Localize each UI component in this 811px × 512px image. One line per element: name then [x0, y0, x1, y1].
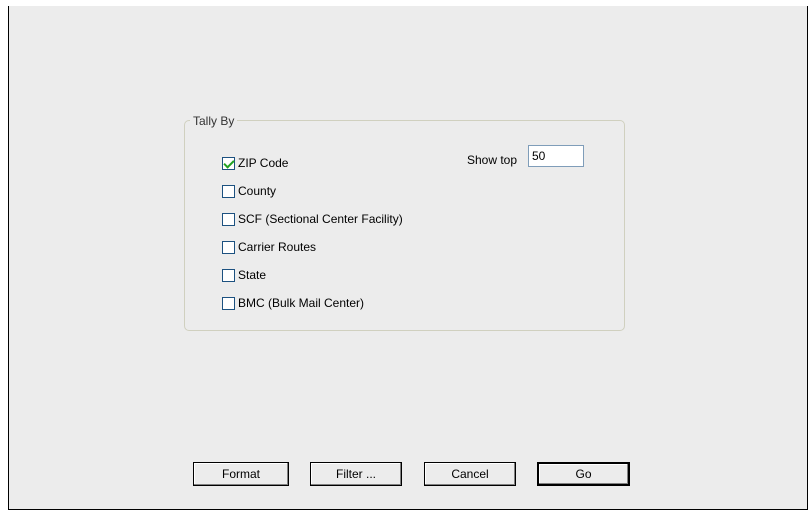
- format-button[interactable]: Format: [193, 462, 289, 486]
- carrier-routes-label: Carrier Routes: [238, 240, 317, 254]
- show-top-label: Show top: [467, 153, 518, 167]
- zip-code-option[interactable]: ZIP Code: [222, 155, 288, 171]
- state-checkbox[interactable]: [222, 268, 235, 282]
- cancel-button[interactable]: Cancel: [424, 462, 516, 486]
- scf-option[interactable]: SCF (Sectional Center Facility): [222, 211, 403, 227]
- tally-by-title: Tally By: [190, 114, 238, 128]
- scf-label: SCF (Sectional Center Facility): [238, 212, 403, 226]
- go-button[interactable]: Go: [537, 462, 630, 486]
- filter-button[interactable]: Filter ...: [310, 462, 402, 486]
- carrier-routes-checkbox[interactable]: [222, 240, 235, 254]
- zip-code-checkbox[interactable]: [222, 156, 235, 170]
- state-label: State: [238, 268, 267, 282]
- bmc-option[interactable]: BMC (Bulk Mail Center): [222, 295, 364, 311]
- show-top-input[interactable]: [528, 145, 584, 167]
- state-option[interactable]: State: [222, 267, 266, 283]
- bmc-checkbox[interactable]: [222, 296, 235, 310]
- county-checkbox[interactable]: [222, 184, 235, 198]
- bmc-label: BMC (Bulk Mail Center): [238, 296, 365, 310]
- zip-code-label: ZIP Code: [238, 156, 289, 170]
- county-label: County: [238, 184, 277, 198]
- county-option[interactable]: County: [222, 183, 276, 199]
- carrier-routes-option[interactable]: Carrier Routes: [222, 239, 316, 255]
- scf-checkbox[interactable]: [222, 212, 235, 226]
